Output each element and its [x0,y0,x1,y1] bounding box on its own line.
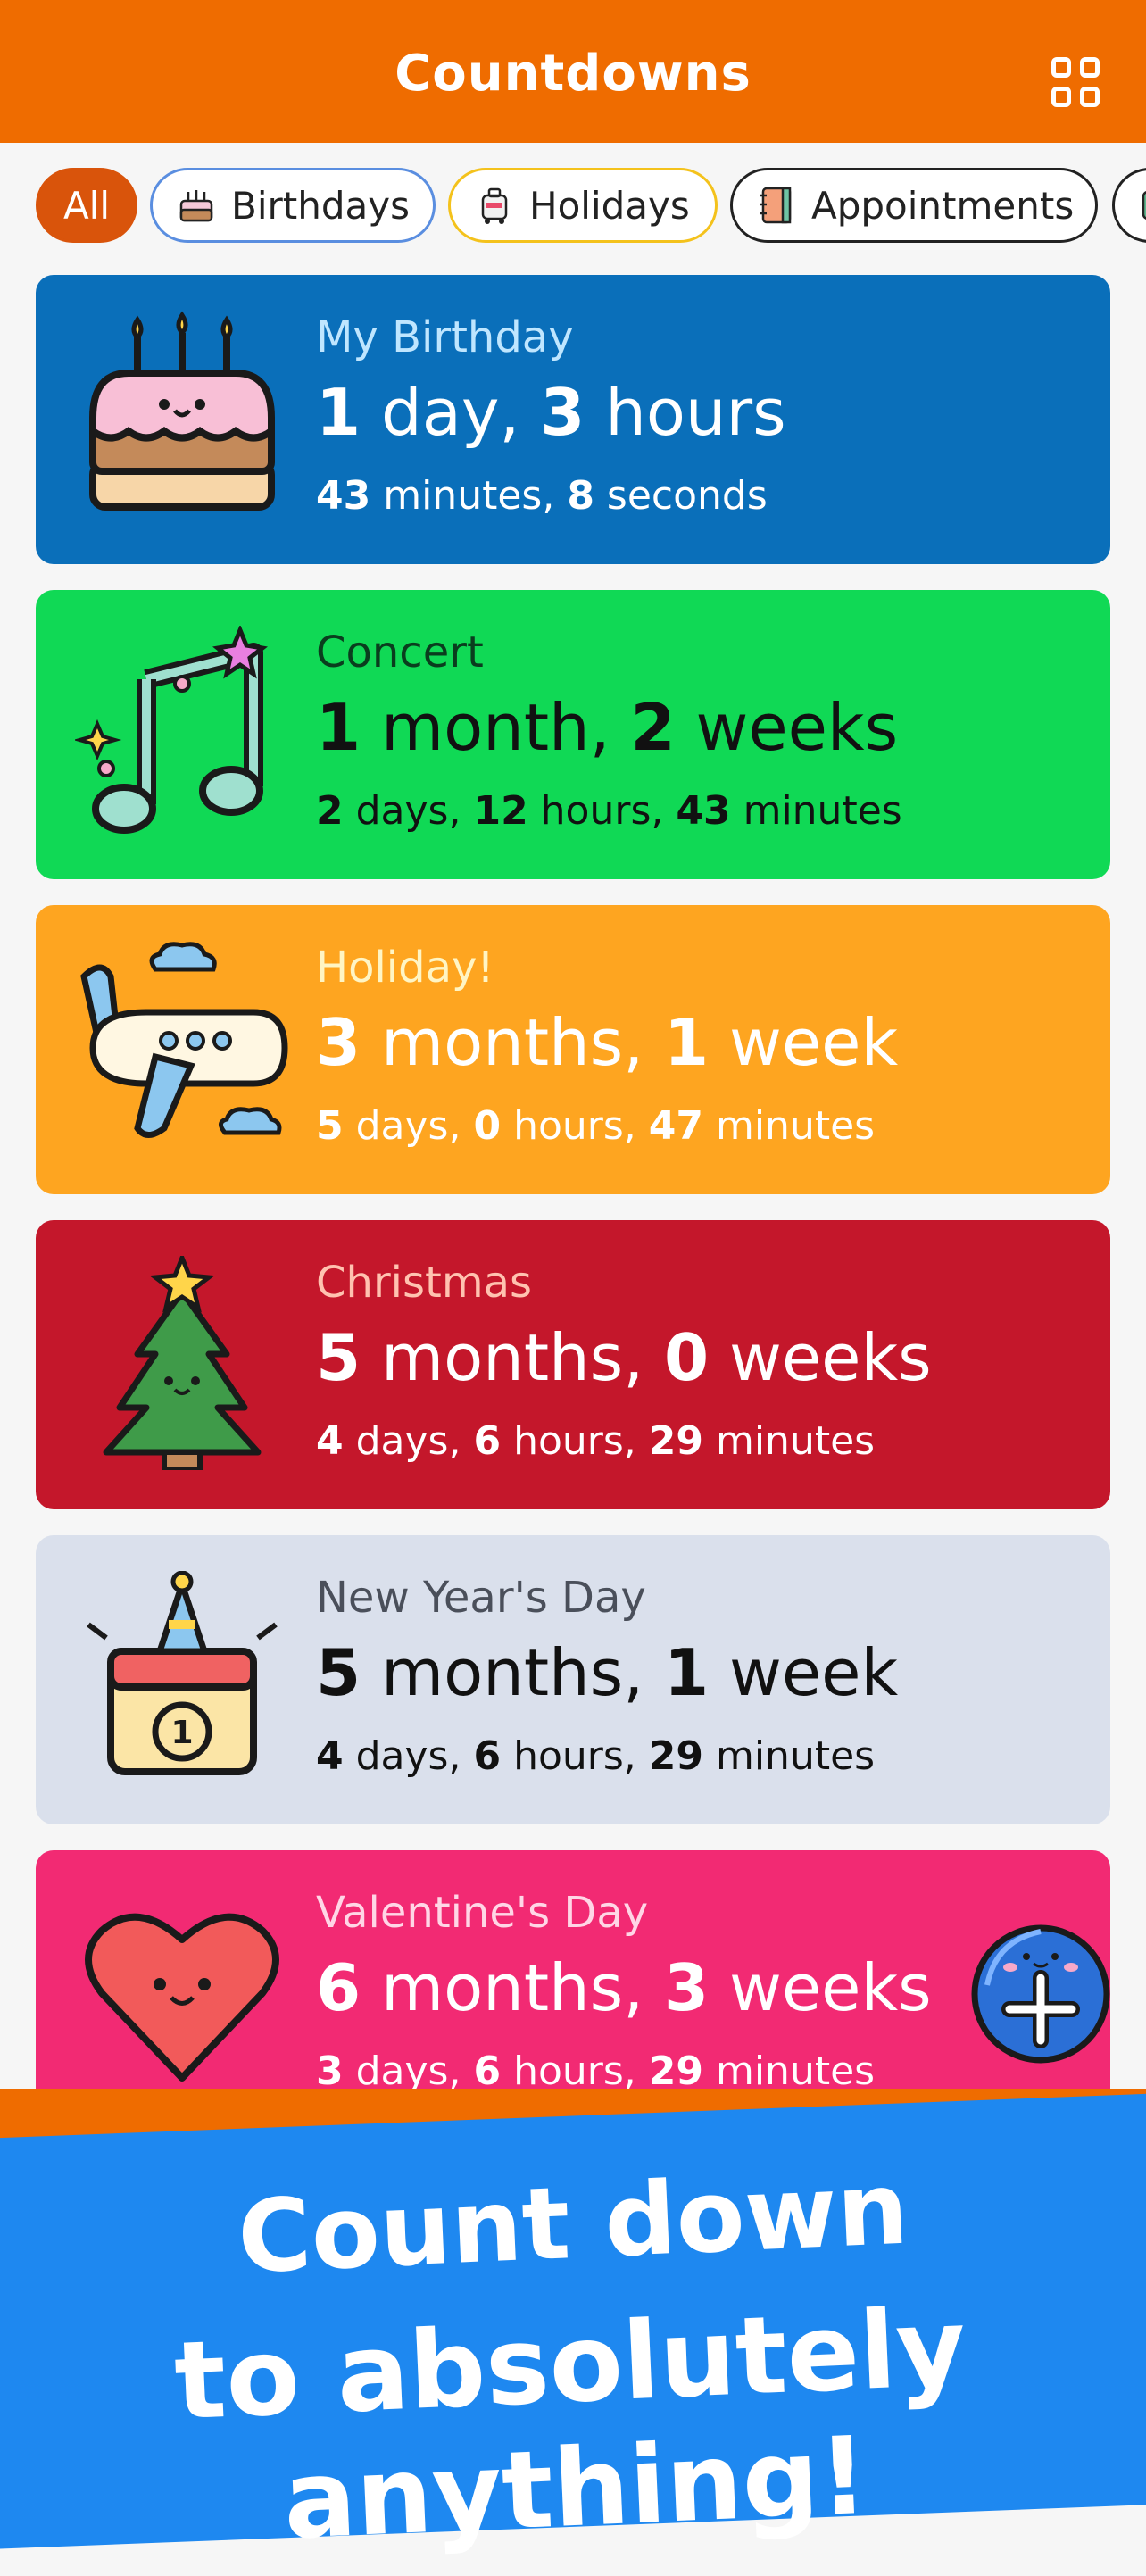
countdown-card[interactable]: Holiday! 3 months, 1 week 5 days, 0 hour… [36,905,1110,1194]
countdown-sub-value: 4 days, 6 hours, 29 minutes [316,1418,876,1464]
christmas-tree-icon [103,1256,262,1470]
grid-icon [1051,57,1071,78]
category-filter-bar: All Birthdays Holidays Appointments [0,168,1146,252]
cake-icon [179,190,213,222]
chip-holidays[interactable]: Holidays [448,168,718,243]
plus-icon [1023,1953,1030,1960]
countdown-main-value: 6 months, 3 weeks [316,1950,932,2025]
cake-icon [89,311,275,511]
grid-view-button[interactable] [1051,57,1101,107]
svg-text:1: 1 [170,1715,193,1751]
chip-more[interactable] [1112,168,1146,243]
countdown-main-value: 5 months, 0 weeks [316,1320,932,1395]
countdown-main-value: 3 months, 1 week [316,1005,899,1080]
countdown-name: Valentine's Day [316,1888,649,1938]
promo-subheadline: to absolutely anything! [171,2285,969,2564]
countdown-name: Holiday! [316,943,494,993]
countdown-name: Concert [316,627,484,677]
chip-label: Appointments [811,183,1075,228]
countdown-sub-value: 4 days, 6 hours, 29 minutes [316,1733,876,1779]
countdown-card[interactable]: 1 New Year's Day 5 months, 1 week 4 days… [36,1535,1110,1824]
chip-label: Holidays [529,183,690,228]
countdown-card[interactable]: Christmas 5 months, 0 weeks 4 days, 6 ho… [36,1220,1110,1509]
music-note-icon [75,626,268,834]
countdown-sub-value: 5 days, 0 hours, 47 minutes [316,1103,876,1149]
add-countdown-button[interactable] [969,1923,1112,2065]
countdown-card[interactable]: My Birthday 1 day, 3 hours 43 minutes, 8… [36,275,1110,564]
chip-all[interactable]: All [36,168,137,243]
calendar-icon: 1 [87,1571,278,1775]
chip-label: All [62,183,111,228]
notebook-icon [760,187,792,224]
page-title: Countdowns [394,45,752,103]
luggage-icon [481,187,508,224]
countdown-card[interactable]: Concert 1 month, 2 weeks 2 days, 12 hour… [36,590,1110,879]
countdown-name: My Birthday [316,312,574,362]
countdown-sub-value: 43 minutes, 8 seconds [316,473,768,519]
chip-appointments[interactable]: Appointments [730,168,1098,243]
countdown-main-value: 1 day, 3 hours [316,375,786,450]
app-header: Countdowns [0,0,1146,143]
airplane-icon [80,942,288,1138]
countdown-main-value: 1 month, 2 weeks [316,690,899,765]
category-icon [1142,191,1146,220]
countdown-main-value: 5 months, 1 week [316,1635,899,1710]
countdown-name: New Year's Day [316,1573,646,1623]
chip-birthdays[interactable]: Birthdays [150,168,436,243]
chip-label: Birthdays [231,183,410,228]
countdown-sub-value: 2 days, 12 hours, 43 minutes [316,788,902,834]
countdown-sub-value: 3 days, 6 hours, 29 minutes [316,2048,876,2094]
countdown-name: Christmas [316,1258,533,1308]
heart-icon [85,1913,279,2082]
